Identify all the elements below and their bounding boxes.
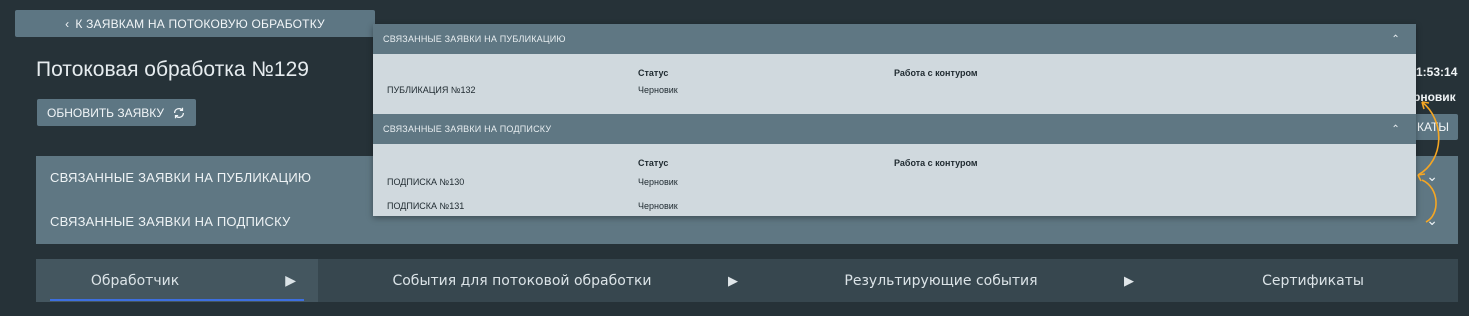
play-arrow-icon: ▶ <box>728 272 738 288</box>
column-header-status: Статус <box>638 68 669 78</box>
chevron-up-icon[interactable]: ⌃ <box>1391 34 1400 45</box>
tab-handler-label: Обработчик <box>90 272 180 289</box>
chevron-up-icon[interactable]: ⌃ <box>1391 124 1400 135</box>
column-header-contour: Работа с контуром <box>894 158 978 168</box>
refresh-button-label: ОБНОВИТЬ ЗАЯВКУ <box>47 105 165 120</box>
popup-publication-title: СВЯЗАННЫЕ ЗАЯВКИ НА ПУБЛИКАЦИЮ <box>383 34 566 44</box>
created-time-value: 1:53:14 <box>1416 65 1458 79</box>
pipeline-tabs: Обработчик ▶ События для потоковой обраб… <box>36 259 1458 302</box>
subscription-request-link[interactable]: ПОДПИСКА №130 <box>387 177 464 187</box>
annotation-arrow-publication <box>1417 101 1440 176</box>
publication-request-link[interactable]: ПУБЛИКАЦИЯ №132 <box>387 85 476 95</box>
popup-subscription-header[interactable]: СВЯЗАННЫЕ ЗАЯВКИ НА ПОДПИСКУ ⌃ <box>373 114 1416 144</box>
annotation-arrow-subscription <box>1421 179 1437 223</box>
popup-publication-header[interactable]: СВЯЗАННЫЕ ЗАЯВКИ НА ПУБЛИКАЦИЮ ⌃ <box>373 24 1416 54</box>
tab-certificates[interactable]: Сертификаты <box>1144 259 1458 302</box>
tab-stream-events[interactable]: События для потоковой обработки <box>318 259 718 302</box>
page-title: Потоковая обработка №129 <box>36 58 309 81</box>
refresh-icon <box>174 107 185 118</box>
play-arrow-icon: ▶ <box>285 272 296 289</box>
back-button-label: К ЗАЯВКАМ НА ПОТОКОВУЮ ОБРАБОТКУ <box>75 16 325 31</box>
subscription-request-link[interactable]: ПОДПИСКА №131 <box>387 201 464 211</box>
subscription-request-status: Черновик <box>638 177 678 187</box>
linked-subscription-toggle[interactable]: СВЯЗАННЫЕ ЗАЯВКИ НА ПОДПИСКУ <box>50 214 291 229</box>
back-to-requests-button[interactable]: ‹ К ЗАЯВКАМ НА ПОТОКОВУЮ ОБРАБОТКУ <box>15 10 375 37</box>
chevron-left-icon: ‹ <box>65 16 70 31</box>
column-header-contour: Работа с контуром <box>894 68 978 78</box>
popup-subscription-title: СВЯЗАННЫЕ ЗАЯВКИ НА ПОДПИСКУ <box>383 124 552 134</box>
annotation-arrows <box>1417 101 1440 223</box>
refresh-request-button[interactable]: ОБНОВИТЬ ЗАЯВКУ <box>37 99 197 126</box>
tab-result-events-label: Результирующие события <box>844 272 1038 289</box>
tab-handler[interactable]: Обработчик ▶ <box>36 259 318 302</box>
subscription-request-status: Черновик <box>638 201 678 211</box>
column-header-status: Статус <box>638 158 669 168</box>
publication-request-status: Черновик <box>638 85 678 95</box>
linked-publication-toggle[interactable]: СВЯЗАННЫЕ ЗАЯВКИ НА ПУБЛИКАЦИЮ <box>50 170 311 185</box>
tab-stream-events-label: События для потоковой обработки <box>392 272 652 289</box>
tab-result-events[interactable]: Результирующие события <box>748 259 1114 302</box>
linked-requests-popup: СВЯЗАННЫЕ ЗАЯВКИ НА ПУБЛИКАЦИЮ ⌃ Статус … <box>373 24 1416 216</box>
tab-certificates-label: Сертификаты <box>1262 272 1364 289</box>
play-arrow-icon: ▶ <box>1124 272 1134 288</box>
